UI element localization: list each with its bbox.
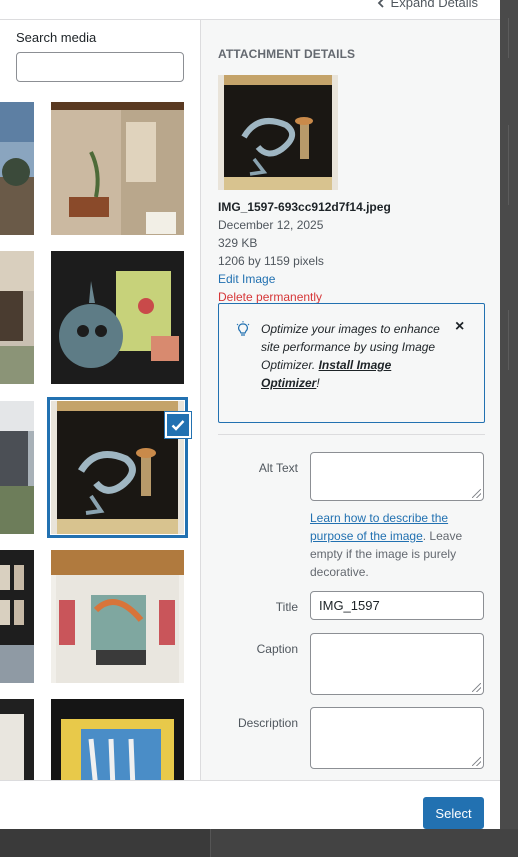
chevron-left-icon (377, 0, 384, 8)
alt-text-field[interactable] (310, 452, 484, 501)
media-modal: Expand Details Search media ATTACHMENT D… (0, 0, 500, 829)
background-page (500, 0, 518, 857)
search-media-label: Search media (16, 30, 97, 45)
description-label: Description (237, 716, 298, 730)
media-thumbnail[interactable] (0, 550, 34, 683)
caption-field[interactable] (310, 633, 484, 695)
title-label: Title (275, 600, 298, 614)
alt-text-label: Alt Text (258, 461, 298, 475)
media-library-pane: Search media (0, 20, 200, 780)
title-field[interactable] (310, 591, 484, 620)
notice-suffix: ! (316, 376, 320, 390)
description-field[interactable] (310, 707, 484, 769)
attachment-dimensions: 1206 by 1159 pixels (218, 254, 324, 268)
media-thumbnail[interactable] (51, 102, 184, 235)
media-thumbnail[interactable] (51, 550, 184, 683)
media-thumbnail[interactable] (0, 401, 34, 534)
alt-text-help: Learn how to describe the purpose of the… (310, 509, 485, 581)
attachment-details-sidebar: ATTACHMENT DETAILS IMG_1597-693cc912d7f1… (200, 20, 500, 780)
media-thumbnail[interactable] (0, 699, 34, 780)
notice-text: Optimize your images to enhance site per… (261, 320, 441, 392)
attachment-filesize: 329 KB (218, 236, 258, 250)
background-page-bottom (0, 829, 518, 857)
media-thumbnail[interactable] (0, 102, 34, 235)
selected-checkmark-icon[interactable] (165, 412, 191, 438)
caption-label: Caption (256, 642, 298, 656)
close-icon[interactable]: × (455, 318, 464, 336)
expand-details-button[interactable]: Expand Details (377, 0, 478, 10)
lightbulb-icon (236, 321, 250, 336)
media-thumbnail[interactable] (51, 251, 184, 384)
edit-image-link[interactable]: Edit Image (218, 270, 391, 288)
modal-footer: Select (0, 780, 500, 829)
select-button[interactable]: Select (423, 797, 484, 829)
attachment-filename: IMG_1597-693cc912d7f14.jpeg (218, 200, 391, 214)
media-thumbnail[interactable] (0, 251, 34, 384)
attachment-info: IMG_1597-693cc912d7f14.jpeg December 12,… (218, 198, 391, 306)
image-optimizer-notice: Optimize your images to enhance site per… (218, 303, 485, 423)
modal-toolbar: Expand Details (0, 0, 500, 20)
divider (218, 434, 485, 435)
attachment-preview-image (218, 75, 338, 190)
media-thumbnail[interactable] (51, 699, 184, 780)
expand-details-label: Expand Details (390, 0, 478, 10)
search-media-input[interactable] (16, 52, 184, 82)
attachment-date: December 12, 2025 (218, 218, 324, 232)
attachment-details-heading: ATTACHMENT DETAILS (218, 47, 356, 61)
